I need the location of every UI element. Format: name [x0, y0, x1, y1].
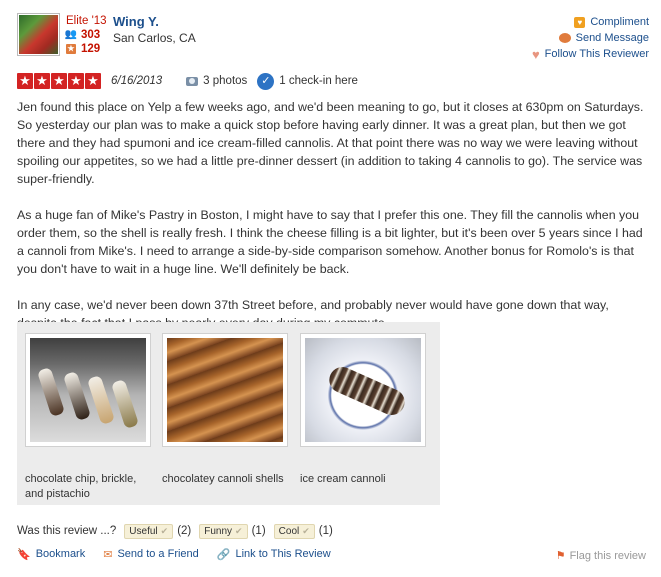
review-paragraph: Jen found this place on Yelp a few weeks… [17, 100, 644, 186]
useful-label: Useful [129, 525, 158, 537]
review-links: 🔖 Bookmark ✉ Send to a Friend 🔗 Link to … [17, 547, 349, 561]
photo-image [30, 338, 146, 442]
rating-row: ★ ★ ★ ★ ★ 6/16/2013 3 photos ✓ 1 check-i… [17, 72, 358, 90]
compliment-icon: ♥ [574, 16, 586, 28]
message-bubble-icon [558, 33, 571, 43]
review-date: 6/16/2013 [111, 75, 163, 87]
funny-label: Funny [204, 525, 233, 537]
vote-row: Was this review ...? Useful ✔ (2) Funny ✔ … [17, 523, 333, 539]
photo-thumbnail[interactable] [300, 333, 426, 447]
photo-caption[interactable]: chocolatey cannoli shells [162, 472, 292, 487]
bookmark-icon: 🔖 [17, 548, 31, 561]
cool-button[interactable]: Cool ✔ [273, 523, 315, 539]
review-text: Jen found this place on Yelp a few weeks… [17, 98, 649, 350]
photo-image [167, 338, 283, 442]
avatar-image [19, 15, 58, 54]
user-avatar[interactable] [17, 13, 60, 56]
cool-count: (1) [318, 525, 333, 537]
star-icon: ★ [85, 73, 101, 89]
check-icon: ✔ [160, 525, 169, 536]
cool-label: Cool [278, 525, 300, 537]
link-icon: 🔗 [216, 548, 231, 561]
funny-button[interactable]: Funny ✔ [199, 523, 248, 539]
vote-prompt: Was this review ...? [17, 525, 117, 537]
cannoli-shape [36, 367, 66, 417]
useful-button[interactable]: Useful ✔ [124, 523, 174, 539]
follow-reviewer-link[interactable]: ♥ Follow This Reviewer [532, 46, 649, 62]
link-review-label: Link to This Review [235, 548, 331, 560]
cannoli-shape [110, 379, 140, 429]
star-icon: ★ [17, 73, 33, 89]
reviewer-actions: ♥ Compliment Send Message ♥ Follow This … [532, 14, 649, 62]
photo-thumbnail[interactable] [25, 333, 151, 447]
cannoli-shape [325, 362, 409, 420]
bookmark-label: Bookmark [35, 548, 86, 560]
star-icon: ★ [34, 73, 50, 89]
photo-image [305, 338, 421, 442]
photo-thumbnail[interactable] [162, 333, 288, 447]
user-info: Wing Y. San Carlos, CA [113, 14, 196, 46]
cannoli-shape [86, 375, 116, 425]
useful-count: (2) [177, 525, 192, 537]
star-icon: ★ [68, 73, 84, 89]
funny-count: (1) [251, 525, 266, 537]
friends-count: 303 [81, 29, 101, 41]
cannoli-shape [62, 371, 92, 421]
review-photos: chocolate chip, brickle, and pistachio c… [17, 322, 440, 505]
user-location: San Carlos, CA [113, 31, 196, 45]
star-rating: ★ ★ ★ ★ ★ [17, 73, 101, 89]
check-icon: ✔ [235, 525, 243, 536]
camera-icon [186, 76, 199, 86]
review-header: Elite '13 👥 303 ★ 129 Wing Y. San Carlos… [12, 12, 649, 62]
elite-badge[interactable]: Elite '13 [66, 14, 107, 28]
friends-icon: 👥 [64, 29, 78, 40]
compliment-link[interactable]: ♥ Compliment [532, 14, 649, 30]
heart-icon: ♥ [531, 46, 540, 62]
send-friend-label: Send to a Friend [117, 548, 199, 560]
check-icon: ✔ [302, 525, 310, 536]
envelope-icon: ✉ [103, 548, 113, 561]
star-icon: ★ [51, 73, 67, 89]
follow-label: Follow This Reviewer [544, 48, 649, 60]
reviews-count: 129 [81, 43, 101, 55]
photo-caption[interactable]: chocolate chip, brickle, and pistachio [25, 472, 155, 502]
bookmark-link[interactable]: 🔖 Bookmark [17, 548, 85, 561]
checkin-info: ✓ 1 check-in here [257, 72, 358, 90]
useful-vote: Useful ✔ (2) [124, 523, 192, 539]
review-paragraph: As a huge fan of Mike's Pastry in Boston… [17, 208, 643, 276]
photo-caption[interactable]: ice cream cannoli [300, 472, 430, 487]
reviews-star-icon: ★ [66, 44, 76, 54]
flag-review-link[interactable]: ⚑ Flag this review [555, 549, 646, 563]
flag-label: Flag this review [569, 549, 646, 562]
flag-icon: ⚑ [555, 550, 566, 562]
photos-link[interactable]: 3 photos [186, 75, 247, 87]
user-name-link[interactable]: Wing Y. [113, 14, 196, 30]
checkin-badge-icon: ✓ [257, 72, 275, 90]
funny-vote: Funny ✔ (1) [199, 523, 266, 539]
friends-count-row: 👥 303 [64, 28, 107, 42]
link-to-review[interactable]: 🔗 Link to This Review [217, 548, 331, 561]
checkin-count: 1 check-in here [279, 75, 358, 87]
send-to-friend-link[interactable]: ✉ Send to a Friend [103, 548, 199, 561]
reviews-count-row: ★ 129 [66, 42, 107, 56]
send-message-label: Send Message [575, 32, 649, 44]
compliment-label: Compliment [590, 16, 649, 28]
cool-vote: Cool ✔ (1) [273, 523, 333, 539]
user-stats: Elite '13 👥 303 ★ 129 [64, 14, 107, 56]
send-message-link[interactable]: Send Message [532, 30, 649, 46]
photos-count: 3 photos [203, 75, 248, 87]
